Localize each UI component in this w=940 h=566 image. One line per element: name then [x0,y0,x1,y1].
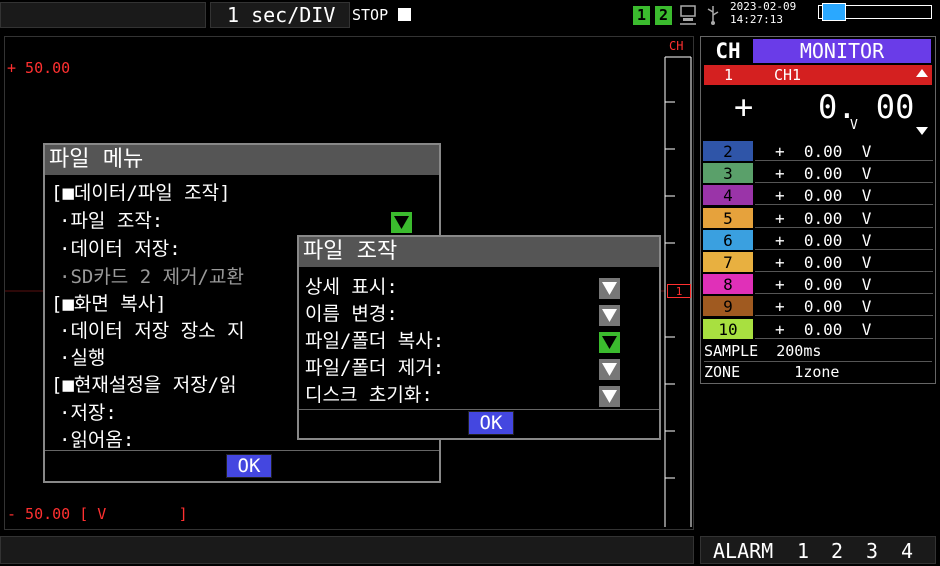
datetime: 2023-02-09 14:27:13 [730,0,796,26]
op-detail-view[interactable]: 상세 표시: [305,275,398,299]
monitor-panel: CH MONITOR 1 CH1 + 0. 00 V 2 + 0.00 V 3 + 0… [700,36,936,384]
ch-scale-label: CH [669,39,684,53]
file-operation-dialog: 파일 조작 상세 표시: 이름 변경: 파일/폴더 복사: 파일/폴더 제거: … [297,235,661,440]
copy-dropdown-icon[interactable] [599,332,620,353]
op-rename[interactable]: 이름 변경: [305,302,398,326]
channel-row[interactable]: 7 + 0.00 V [703,252,933,273]
up-arrow-icon[interactable] [916,69,928,77]
sd-slot-1-icon: 1 [633,6,650,25]
channel-number: 5 [703,207,753,228]
channel-number: 2 [703,141,753,161]
menu-item-file-operation[interactable]: ·파일 조작: [59,209,163,233]
status-bar [0,536,694,564]
channel-value: + 0.00 V [755,252,933,272]
channel-number: 4 [703,185,753,206]
op-copy[interactable]: 파일/폴더 복사: [305,329,444,353]
alarm-1: 1 [797,539,810,563]
time-text: 14:27:13 [730,13,783,26]
menu-item-data-save[interactable]: ·데이터 저장: [59,237,181,261]
channel-row[interactable]: 3 + 0.00 V [703,163,933,184]
sample-rate: SAMPLE 200ms [704,341,932,362]
rename-dropdown-icon[interactable] [599,305,620,326]
zone-setting: ZONE 1zone [704,363,840,381]
format-dropdown-icon[interactable] [599,386,620,407]
upper-scale-label: + 50.00 [7,59,71,77]
menu-item-execute[interactable]: ·실행 [59,346,105,370]
channel-row[interactable]: 9 + 0.00 V [703,296,933,317]
alarm-bar: ALARM 1 2 3 4 [700,536,936,564]
ch1-sign: + [734,88,754,126]
ch1-number: 1 [724,66,734,84]
top-left-area [0,2,206,28]
ch1-value: 0. 00 [818,88,915,126]
detail-view-dropdown-icon[interactable] [599,278,620,299]
alarm-label: ALARM [713,539,774,563]
ch1-value-box: + 0. 00 V [704,85,932,137]
file-menu-title: 파일 메뉴 [45,145,439,175]
ch1-unit: V [850,118,858,133]
channel-value: + 0.00 V [755,229,933,250]
menu-item-save-location[interactable]: ·데이터 저장 장소 지 [59,319,245,343]
ch-header: CH [704,39,752,63]
channel-value: + 0.00 V [755,318,933,339]
stop-indicator [398,8,411,21]
channel-number: 9 [703,296,753,317]
menu-item-sd-remove: ·SD카드 2 제거/교환 [59,266,244,288]
file-menu-ok-button[interactable]: OK [226,454,272,478]
stop-status: STOP [352,6,389,24]
channel-number: 6 [703,229,753,250]
channel-value: + 0.00 V [755,163,933,184]
ch1-name: CH1 [774,66,802,84]
ch1-header-row[interactable]: 1 CH1 [704,65,932,85]
channel-row[interactable]: 10 + 0.00 V [703,318,933,340]
sd-slot-2-icon: 2 [655,6,672,25]
alarm-4: 4 [901,539,914,563]
channel-row[interactable]: 4 + 0.00 V [703,185,933,206]
op-format[interactable]: 디스크 초기화: [305,383,433,407]
file-operation-dropdown-icon[interactable] [391,212,412,233]
down-arrow-icon[interactable] [916,127,928,135]
channel-row[interactable]: 8 + 0.00 V [703,274,933,295]
op-delete[interactable]: 파일/폴더 제거: [305,356,444,380]
lower-scale-label: - 50.00 [ V ] [7,505,188,523]
usb-icon [703,4,723,26]
file-operation-ok-button[interactable]: OK [468,411,514,435]
delete-dropdown-icon[interactable] [599,359,620,380]
section-data-file: [■데이터/파일 조작] [51,182,231,204]
channel-row[interactable]: 6 + 0.00 V [703,229,933,251]
section-screen-copy: [■화면 복사] [51,293,167,315]
divider [45,450,439,451]
channel-value: + 0.00 V [755,207,933,228]
ch1-position-marker[interactable]: 1 [667,284,691,298]
timebase-display[interactable]: 1 sec/DIV [210,2,350,28]
channel-number: 7 [703,252,753,272]
channel-value: + 0.00 V [755,185,933,206]
channel-row[interactable]: 5 + 0.00 V [703,207,933,229]
channel-number: 10 [703,318,753,339]
channel-value: + 0.00 V [755,296,933,317]
channel-number: 3 [703,163,753,184]
time-scrollbar-thumb[interactable] [822,3,846,21]
section-settings-save-load: [■현재설정을 저장/읽 [51,374,237,396]
channel-value: + 0.00 V [755,274,933,295]
alarm-2: 2 [831,539,844,563]
divider [299,409,659,410]
menu-item-store[interactable]: ·저장: [59,401,117,425]
date-text: 2023-02-09 [730,0,797,13]
file-operation-title: 파일 조작 [299,237,659,267]
channel-row[interactable]: 2 + 0.00 V [703,141,933,162]
network-icon [678,4,698,26]
alarm-3: 3 [866,539,879,563]
channel-value: + 0.00 V [755,141,933,161]
monitor-header[interactable]: MONITOR [753,39,931,63]
channel-number: 8 [703,274,753,295]
menu-item-load[interactable]: ·읽어옴: [59,428,134,452]
